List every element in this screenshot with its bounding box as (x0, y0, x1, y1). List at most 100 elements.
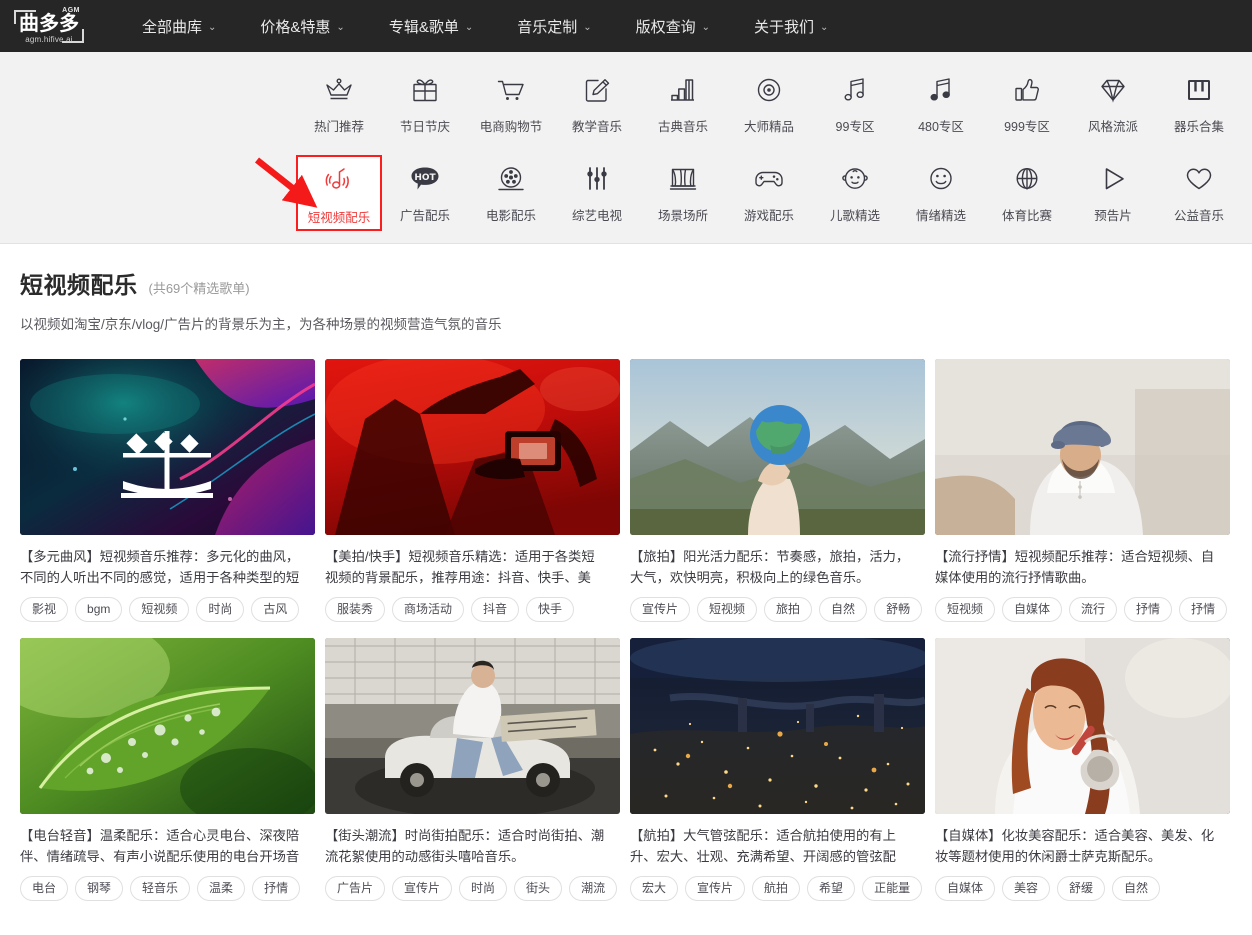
playlist-description: 【电台轻音】温柔配乐：适合心灵电台、深夜陪 伴、情绪疏导、有声小说配乐使用的电台… (20, 825, 315, 867)
tag-chip[interactable]: 抒情 (1124, 597, 1173, 622)
playlist-thumbnail[interactable] (630, 638, 925, 814)
playlist-card[interactable]: 【流行抒情】短视频配乐推荐：适合短视频、自 媒体使用的流行抒情歌曲。 短视频 自… (935, 359, 1230, 622)
category-master-selection[interactable]: 大师精品 (726, 66, 812, 142)
playlist-card[interactable]: 【美拍/快手】短视频音乐精选：适用于各类短 视频的背景配乐，推荐用途：抖音、快手… (325, 359, 620, 622)
category-childrens-songs[interactable]: 儿歌精选 (812, 155, 898, 231)
tag-chip[interactable]: 舒缓 (1057, 876, 1106, 901)
category-holiday-festival[interactable]: 节日节庆 (382, 66, 468, 142)
tag-chip[interactable]: 潮流 (569, 876, 618, 901)
tag-chip[interactable]: 短视频 (935, 597, 996, 622)
logo-bracket-top-left (14, 10, 36, 24)
playlist-card[interactable]: 【电台轻音】温柔配乐：适合心灵电台、深夜陪 伴、情绪疏导、有声小说配乐使用的电台… (20, 638, 315, 901)
playlist-card[interactable]: 【自媒体】化妆美容配乐：适合美容、美发、化 妆等题材使用的休闲爵士萨克斯配乐。 … (935, 638, 1230, 901)
category-classical-music[interactable]: 古典音乐 (640, 66, 726, 142)
tag-chip[interactable]: 短视频 (129, 597, 190, 622)
tag-chip[interactable]: 街头 (514, 876, 563, 901)
baby-face-icon (838, 161, 872, 197)
nav-item-copyright-query[interactable]: 版权查询 ⌄ (614, 0, 732, 52)
site-logo[interactable]: AGM 曲多多 agm.hifive.ai (12, 6, 86, 46)
category-public-welfare-music[interactable]: 公益音乐 (1156, 155, 1242, 231)
tag-chip[interactable]: 抒情 (252, 876, 301, 901)
category-zone-99[interactable]: 99专区 (812, 66, 898, 142)
nav-item-about-us[interactable]: 关于我们 ⌄ (732, 0, 850, 52)
playlist-thumbnail[interactable] (630, 359, 925, 535)
tag-chip[interactable]: 宣传片 (630, 597, 691, 622)
tag-chip[interactable]: 温柔 (197, 876, 246, 901)
playlist-card[interactable]: 【街头潮流】时尚街拍配乐：适合时尚街拍、潮 流花絮使用的动感街头嘻哈音乐。 广告… (325, 638, 620, 901)
playlist-thumbnail[interactable] (935, 638, 1230, 814)
category-ecommerce-shopping-festival[interactable]: 电商购物节 (468, 66, 554, 142)
desc-line-1: 【旅拍】阳光活力配乐：节奏感，旅拍，活力， (630, 549, 910, 564)
tag-chip[interactable]: bgm (75, 597, 123, 622)
tag-chip[interactable]: 轻音乐 (130, 876, 191, 901)
tag-chip[interactable]: 希望 (807, 876, 856, 901)
globe-icon (1010, 161, 1044, 197)
tag-chip[interactable]: 快手 (526, 597, 575, 622)
tag-chip[interactable]: 服装秀 (325, 597, 386, 622)
playlist-description: 【旅拍】阳光活力配乐：节奏感，旅拍，活力， 大气，欢快明亮，积极向上的绿色音乐。 (630, 546, 925, 588)
tag-chip[interactable]: 影视 (20, 597, 69, 622)
tag-chip[interactable]: 商场活动 (392, 597, 465, 622)
category-hot-recommend[interactable]: 热门推荐 (296, 66, 382, 142)
playlist-card[interactable]: 【旅拍】阳光活力配乐：节奏感，旅拍，活力， 大气，欢快明亮，积极向上的绿色音乐。… (630, 359, 925, 622)
tag-chip[interactable]: 抒情 (1179, 597, 1228, 622)
category-trailer[interactable]: 预告片 (1070, 155, 1156, 231)
tag-chip[interactable]: 宣传片 (685, 876, 746, 901)
tag-chip[interactable]: 短视频 (697, 597, 758, 622)
category-mood-selection[interactable]: 情绪精选 (898, 155, 984, 231)
tag-chip[interactable]: 正能量 (862, 876, 923, 901)
tag-chip[interactable]: 自媒体 (1002, 597, 1063, 622)
nav-item-all-library[interactable]: 全部曲库 ⌄ (120, 0, 238, 52)
category-zone-999[interactable]: 999专区 (984, 66, 1070, 142)
playlist-thumbnail[interactable] (20, 638, 315, 814)
playlist-description: 【航拍】大气管弦配乐：适合航拍使用的有上 升、宏大、壮观、充满希望、开阔感的管弦… (630, 825, 925, 867)
playlist-thumbnail[interactable] (325, 638, 620, 814)
category-game-music[interactable]: 游戏配乐 (726, 155, 812, 231)
category-styles-genres[interactable]: 风格流派 (1070, 66, 1156, 142)
category-variety-tv[interactable]: 综艺电视 (554, 155, 640, 231)
category-advertising-music[interactable]: HOT 广告配乐 (382, 155, 468, 231)
nav-item-albums-playlists[interactable]: 专辑&歌单 ⌄ (367, 0, 495, 52)
playlist-card[interactable]: 【多元曲风】短视频音乐推荐：多元化的曲风， 不同的人听出不同的感觉，适用于各种类… (20, 359, 315, 622)
play-triangle-icon (1096, 161, 1130, 197)
tag-chip[interactable]: 舒畅 (874, 597, 923, 622)
tag-chip[interactable]: 宣传片 (392, 876, 453, 901)
category-scene-venue[interactable]: 场景场所 (640, 155, 726, 231)
tag-chip[interactable]: 旅拍 (764, 597, 813, 622)
diamond-icon (1096, 72, 1130, 108)
tag-chip[interactable]: 美容 (1002, 876, 1051, 901)
category-label: 大师精品 (743, 120, 794, 134)
tag-chip[interactable]: 宏大 (630, 876, 679, 901)
tag-chip[interactable]: 钢琴 (75, 876, 124, 901)
tag-chip[interactable]: 电台 (20, 876, 69, 901)
category-short-video-music[interactable]: 短视频配乐 (296, 155, 382, 231)
category-label: 999专区 (1004, 120, 1050, 134)
section-description: 以视频如淘宝/京东/vlog/广告片的背景乐为主，为各种场景的视频营造气氛的音乐 (20, 317, 502, 332)
playlist-tags: 影视 bgm 短视频 时尚 古风 (20, 597, 315, 622)
tag-chip[interactable]: 自然 (1112, 876, 1161, 901)
category-film-score[interactable]: 电影配乐 (468, 155, 554, 231)
tag-chip[interactable]: 自媒体 (935, 876, 996, 901)
playlist-card[interactable]: 【航拍】大气管弦配乐：适合航拍使用的有上 升、宏大、壮观、充满希望、开阔感的管弦… (630, 638, 925, 901)
category-teaching-music[interactable]: 教学音乐 (554, 66, 640, 142)
playlist-thumbnail[interactable] (20, 359, 315, 535)
tag-chip[interactable]: 广告片 (325, 876, 386, 901)
tag-chip[interactable]: 流行 (1069, 597, 1118, 622)
tag-chip[interactable]: 自然 (819, 597, 868, 622)
tag-chip[interactable]: 古风 (251, 597, 300, 622)
category-zone-480[interactable]: 480专区 (898, 66, 984, 142)
playlist-thumbnail[interactable] (935, 359, 1230, 535)
tag-chip[interactable]: 航拍 (752, 876, 801, 901)
tag-chip[interactable]: 抖音 (471, 597, 520, 622)
chevron-down-icon: ⌄ (583, 21, 592, 33)
category-sports-events[interactable]: 体育比赛 (984, 155, 1070, 231)
playlist-thumbnail[interactable] (325, 359, 620, 535)
music-note-outline-icon (838, 72, 872, 108)
smiley-face-icon (924, 161, 958, 197)
nav-item-music-customization[interactable]: 音乐定制 ⌄ (495, 0, 613, 52)
category-instrumental-collection[interactable]: 器乐合集 (1156, 66, 1242, 142)
tag-chip[interactable]: 时尚 (196, 597, 245, 622)
category-label: 电商购物节 (479, 120, 543, 134)
tag-chip[interactable]: 时尚 (459, 876, 508, 901)
nav-item-pricing[interactable]: 价格&特惠 ⌄ (238, 0, 366, 52)
